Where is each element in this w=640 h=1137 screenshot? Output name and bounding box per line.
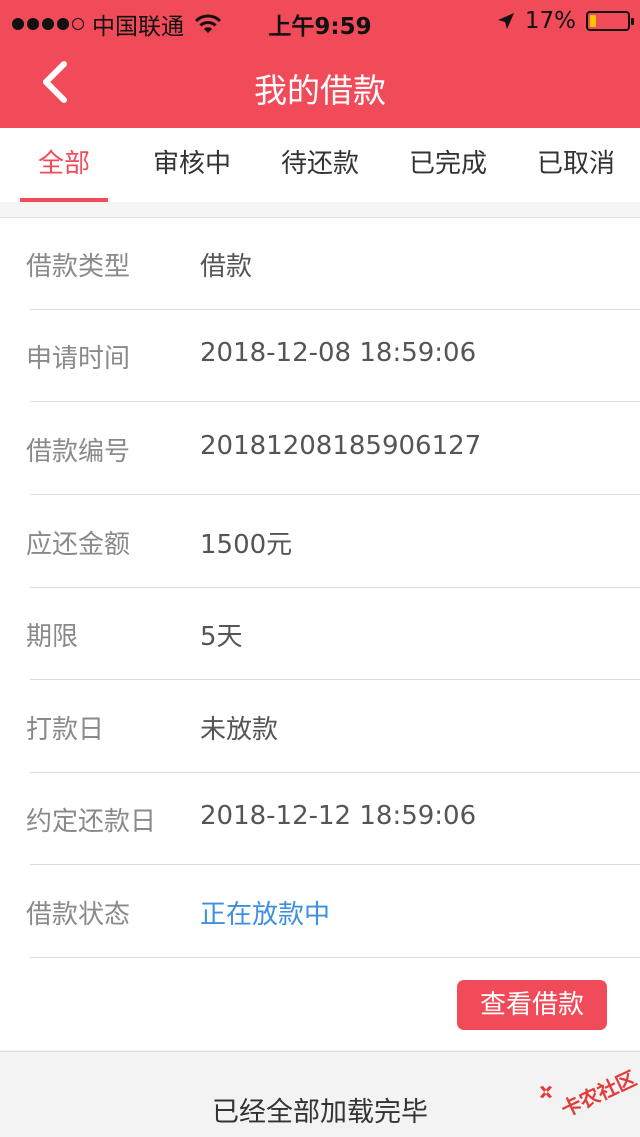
row-value: 2018-12-12 18:59:06 xyxy=(200,801,477,831)
divider xyxy=(30,679,640,680)
loan-row-type: 借款类型 借款 xyxy=(0,218,640,310)
tab-label: 全部 xyxy=(37,149,90,179)
row-label: 借款编号 xyxy=(26,437,131,467)
navigation-bar: 我的借款 xyxy=(0,40,640,128)
location-arrow-icon xyxy=(497,13,514,29)
watermark: 卡农社区 xyxy=(538,1062,640,1122)
divider xyxy=(30,957,640,958)
battery-icon xyxy=(586,11,634,31)
row-value: 1500元 xyxy=(200,530,293,560)
tab-label: 已完成 xyxy=(408,149,487,179)
tab-cancelled[interactable]: 已取消 xyxy=(524,128,628,202)
status-bar: 中国联通 上午9:59 17% xyxy=(0,0,640,40)
page-title: 我的借款 xyxy=(254,71,386,110)
row-label: 期限 xyxy=(26,622,79,652)
row-label: 借款状态 xyxy=(26,900,131,930)
loan-row-due-date: 约定还款日 2018-12-12 18:59:06 xyxy=(0,773,640,865)
row-value: 5天 xyxy=(200,622,243,652)
loan-row-status: 借款状态 正在放款中 xyxy=(0,866,640,958)
view-loan-button[interactable]: 查看借款 xyxy=(457,980,607,1030)
tab-label: 审核中 xyxy=(152,149,231,179)
loan-card: 借款类型 借款 申请时间 2018-12-08 18:59:06 借款编号 20… xyxy=(0,218,640,1050)
row-label: 申请时间 xyxy=(26,344,131,374)
divider xyxy=(30,494,640,495)
status-right: 17% xyxy=(497,8,634,34)
divider xyxy=(30,401,640,402)
row-value: 借款 xyxy=(200,252,253,282)
tab-all[interactable]: 全部 xyxy=(20,128,108,202)
tab-reviewing[interactable]: 审核中 xyxy=(140,128,244,202)
loan-row-number: 借款编号 20181208185906127 xyxy=(0,403,640,495)
loan-row-amount-due: 应还金额 1500元 xyxy=(0,496,640,588)
tab-pending-repayment[interactable]: 待还款 xyxy=(268,128,372,202)
loan-row-term: 期限 5天 xyxy=(0,588,640,680)
loan-row-disbursement-date: 打款日 未放款 xyxy=(0,681,640,773)
tab-label: 待还款 xyxy=(280,149,359,179)
row-label: 借款类型 xyxy=(26,252,131,282)
tab-label: 已取消 xyxy=(536,149,615,179)
battery-percentage: 17% xyxy=(524,8,576,34)
status-tabs: 全部 审核中 待还款 已完成 已取消 xyxy=(0,128,640,202)
watermark-text: 卡农社区 xyxy=(557,1065,640,1122)
tab-completed[interactable]: 已完成 xyxy=(396,128,500,202)
row-value: 2018-12-08 18:59:06 xyxy=(200,338,477,368)
watermark-logo-icon xyxy=(539,1085,553,1099)
row-label: 打款日 xyxy=(26,715,105,745)
loan-row-apply-time: 申请时间 2018-12-08 18:59:06 xyxy=(0,310,640,402)
battery-level xyxy=(590,15,597,27)
tabs-separator xyxy=(0,202,640,218)
row-label: 应还金额 xyxy=(26,530,131,560)
row-value: 未放款 xyxy=(200,715,279,745)
divider xyxy=(30,864,640,865)
row-value: 20181208185906127 xyxy=(200,431,482,461)
row-label: 约定还款日 xyxy=(26,807,157,837)
loan-status-value: 正在放款中 xyxy=(200,900,331,930)
